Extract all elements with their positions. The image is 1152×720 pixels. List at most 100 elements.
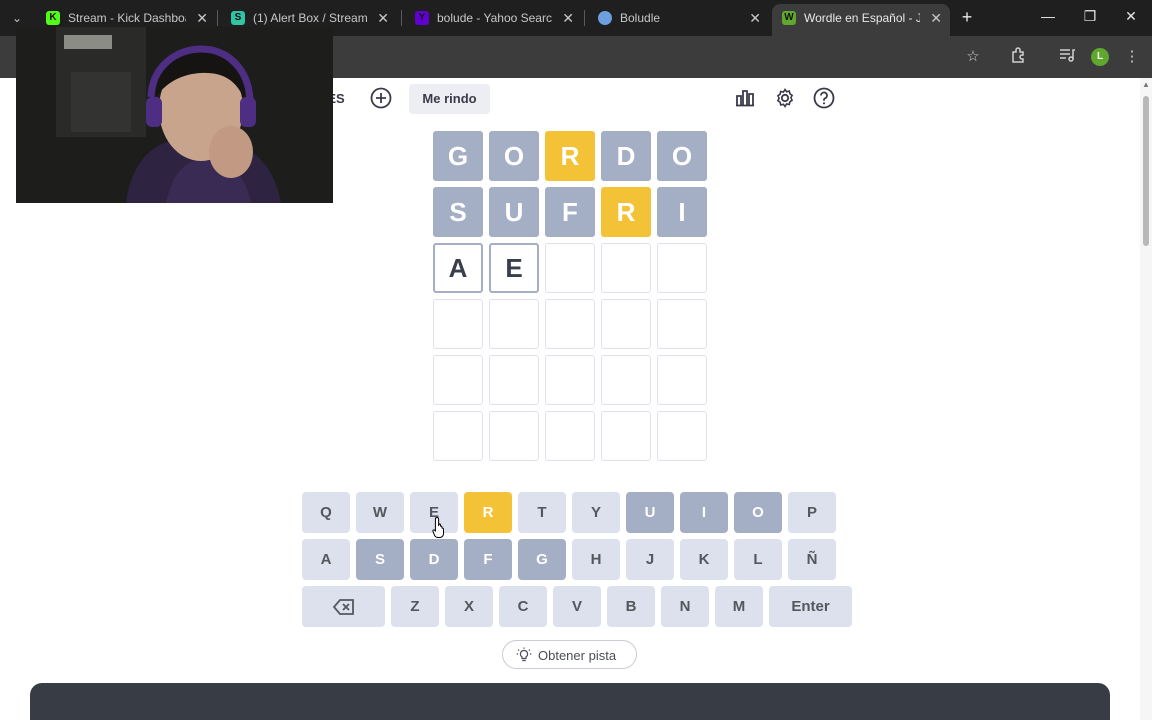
keyboard-key[interactable]: P: [788, 492, 836, 533]
keyboard-key[interactable]: L: [734, 539, 782, 580]
lightbulb-icon: [516, 647, 532, 663]
yahoo-icon: Y: [415, 11, 429, 25]
board-tile: [601, 355, 651, 405]
keyboard-key[interactable]: O: [734, 492, 782, 533]
board-tile: O: [489, 131, 539, 181]
give-up-button[interactable]: Me rindo: [409, 84, 490, 114]
footer-panel: [30, 683, 1110, 720]
help-question-icon[interactable]: [811, 85, 837, 111]
tab-separator: [584, 10, 585, 26]
browser-menu-icon[interactable]: ⋮: [1121, 46, 1143, 68]
streamlabs-icon: S: [231, 11, 245, 25]
close-tab-icon[interactable]: ✕: [562, 10, 574, 27]
close-tab-icon[interactable]: ✕: [749, 10, 761, 27]
webcam-overlay: [16, 27, 333, 203]
keyboard-key[interactable]: S: [356, 539, 404, 580]
board-tile: [545, 355, 595, 405]
scroll-up-icon[interactable]: ▲: [1142, 80, 1150, 89]
board-tile: I: [657, 187, 707, 237]
board-tile: U: [489, 187, 539, 237]
wordle-icon: W: [782, 11, 796, 25]
bookmark-star-icon[interactable]: ☆: [962, 46, 984, 68]
board-tile: E: [489, 243, 539, 293]
board-tile: [545, 411, 595, 461]
browser-tab[interactable]: Ybolude - Yahoo Search To ✕: [405, 4, 582, 32]
stats-chart-icon[interactable]: [732, 85, 758, 111]
board-tile: [601, 299, 651, 349]
board-tile: [489, 411, 539, 461]
board-tile: [433, 411, 483, 461]
browser-tab[interactable]: Boludle ✕: [588, 4, 769, 32]
backspace-key[interactable]: [302, 586, 385, 627]
kick-icon: K: [46, 11, 60, 25]
settings-gear-icon[interactable]: [772, 85, 798, 111]
keyboard-key[interactable]: U: [626, 492, 674, 533]
board-tile: [657, 355, 707, 405]
tab-separator: [401, 10, 402, 26]
board-tile: [657, 243, 707, 293]
board-tile: O: [657, 131, 707, 181]
keyboard-key[interactable]: H: [572, 539, 620, 580]
media-control-icon[interactable]: [1056, 46, 1078, 68]
board-tile: A: [433, 243, 483, 293]
close-window-icon[interactable]: ✕: [1121, 8, 1141, 25]
board-tile: [489, 299, 539, 349]
keyboard-key[interactable]: F: [464, 539, 512, 580]
board-tile: S: [433, 187, 483, 237]
keyboard-key[interactable]: R: [464, 492, 512, 533]
tab-title: (1) Alert Box / Streamlabs: [253, 11, 367, 25]
hint-button-label: Obtener pista: [538, 648, 617, 663]
keyboard-key[interactable]: T: [518, 492, 566, 533]
keyboard-key[interactable]: J: [626, 539, 674, 580]
enter-key[interactable]: Enter: [769, 586, 852, 627]
extensions-icon[interactable]: [1008, 46, 1030, 68]
close-tab-icon[interactable]: ✕: [196, 10, 208, 27]
keyboard-key[interactable]: M: [715, 586, 763, 627]
keyboard-key[interactable]: K: [680, 539, 728, 580]
keyboard-key[interactable]: V: [553, 586, 601, 627]
tab-title: Wordle en Español - Jueg: [804, 11, 920, 25]
keyboard-key[interactable]: W: [356, 492, 404, 533]
keyboard-key[interactable]: B: [607, 586, 655, 627]
boludle-icon: [598, 11, 612, 25]
keyboard-key[interactable]: A: [302, 539, 350, 580]
browser-tab[interactable]: W Wordle en Español - Jueg ✕: [772, 4, 950, 36]
restore-icon[interactable]: ❐: [1080, 8, 1100, 25]
tab-separator: [217, 10, 218, 26]
close-tab-icon[interactable]: ✕: [377, 10, 389, 27]
tab-title: Stream - Kick Dashboard: [68, 11, 186, 25]
keyboard-key[interactable]: Q: [302, 492, 350, 533]
board-tile: R: [545, 131, 595, 181]
scroll-thumb[interactable]: [1143, 96, 1149, 246]
board-tile: [601, 411, 651, 461]
add-circle-icon[interactable]: [368, 85, 394, 111]
board-tile: [545, 299, 595, 349]
keyboard-key[interactable]: Z: [391, 586, 439, 627]
board-tile: [657, 411, 707, 461]
keyboard-key[interactable]: Ñ: [788, 539, 836, 580]
keyboard-key[interactable]: N: [661, 586, 709, 627]
keyboard-key[interactable]: C: [499, 586, 547, 627]
board-tile: F: [545, 187, 595, 237]
hand-cursor-icon: [432, 516, 448, 538]
tab-title: bolude - Yahoo Search To: [437, 11, 552, 25]
board-tile: [545, 243, 595, 293]
minimize-icon[interactable]: —: [1038, 8, 1058, 24]
board-tile: [601, 243, 651, 293]
keyboard-key[interactable]: G: [518, 539, 566, 580]
hint-button[interactable]: Obtener pista: [502, 640, 637, 669]
board-tile: R: [601, 187, 651, 237]
keyboard-key[interactable]: I: [680, 492, 728, 533]
new-tab-button[interactable]: +: [957, 7, 977, 27]
keyboard-key[interactable]: X: [445, 586, 493, 627]
backspace-icon: [332, 598, 356, 615]
page-scrollbar[interactable]: ▲: [1140, 78, 1152, 720]
close-tab-icon[interactable]: ✕: [930, 10, 942, 27]
tab-search-chevron-icon[interactable]: ⌄: [6, 7, 28, 29]
profile-avatar[interactable]: L: [1091, 48, 1109, 66]
board-tile: [433, 355, 483, 405]
keyboard-key[interactable]: Y: [572, 492, 620, 533]
board-tile: D: [601, 131, 651, 181]
board-tile: G: [433, 131, 483, 181]
keyboard-key[interactable]: D: [410, 539, 458, 580]
